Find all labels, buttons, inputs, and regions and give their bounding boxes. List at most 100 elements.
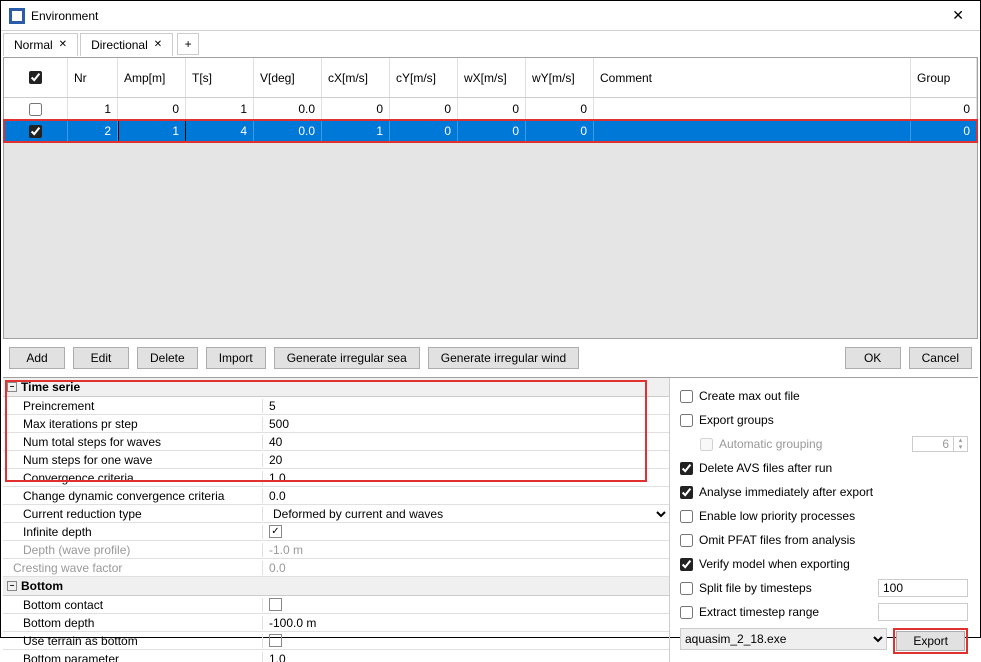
add-button[interactable]: Add [9, 347, 65, 369]
cell-cx[interactable]: 1 [322, 120, 390, 142]
prop-value[interactable]: 0.0 [263, 489, 669, 503]
cell-wx[interactable]: 0 [458, 98, 526, 120]
exe-select[interactable]: aquasim_2_18.exe [680, 628, 887, 650]
window-close-button[interactable]: ✕ [944, 3, 972, 28]
prop-label: Bottom depth [3, 616, 263, 630]
cell-vdeg[interactable]: 0.0 [254, 98, 322, 120]
tab-directional[interactable]: Directional ✕ [80, 33, 173, 56]
chk-create-max[interactable]: Create max out file [680, 386, 968, 406]
tab-add-button[interactable]: + [177, 33, 199, 55]
chk-low-priority[interactable]: Enable low priority processes [680, 506, 968, 526]
grid-header-row: Nr Amp[m] T[s] V[deg] cX[m/s] cY[m/s] wX… [4, 58, 977, 98]
chk-omit-pfat[interactable]: Omit PFAT files from analysis [680, 530, 968, 550]
header-ts[interactable]: T[s] [186, 58, 254, 97]
tab-close-icon[interactable]: ✕ [59, 39, 67, 50]
prop-value[interactable] [263, 634, 669, 647]
prop-label: Current reduction type [3, 507, 263, 521]
prop-label: Num total steps for waves [3, 435, 263, 449]
cell-group[interactable]: 0 [911, 98, 977, 120]
header-vdeg[interactable]: V[deg] [254, 58, 322, 97]
prop-value: 0.0 [263, 561, 669, 575]
prop-label: Depth (wave profile) [3, 543, 263, 557]
prop-value[interactable] [263, 598, 669, 611]
header-nr[interactable]: Nr [68, 58, 118, 97]
prop-value[interactable]: 1.0 [263, 471, 669, 485]
cell-wy[interactable]: 0 [526, 98, 594, 120]
cell-ts[interactable]: 4 [186, 120, 254, 142]
cell-wx[interactable]: 0 [458, 120, 526, 142]
cancel-button[interactable]: Cancel [909, 347, 972, 369]
bottom-contact-checkbox[interactable] [269, 598, 282, 611]
delete-button[interactable]: Delete [137, 347, 198, 369]
edit-button[interactable]: Edit [73, 347, 129, 369]
split-timesteps-input[interactable] [878, 579, 968, 597]
cell-cy[interactable]: 0 [390, 98, 458, 120]
tab-label: Normal [14, 38, 53, 52]
prop-row: Convergence criteria1.0 [3, 469, 669, 487]
reduction-type-select[interactable]: Deformed by current and waves [269, 506, 669, 522]
prop-label: Use terrain as bottom [3, 634, 263, 648]
extract-range-input[interactable] [878, 603, 968, 621]
prop-row: Num steps for one wave20 [3, 451, 669, 469]
prop-value[interactable]: Deformed by current and waves [263, 506, 669, 522]
generate-wind-button[interactable]: Generate irregular wind [428, 347, 579, 369]
chk-split-timesteps[interactable]: Split file by timesteps [680, 578, 968, 598]
tab-close-icon[interactable]: ✕ [154, 39, 162, 50]
row-checkbox[interactable] [29, 103, 42, 116]
header-wx[interactable]: wX[m/s] [458, 58, 526, 97]
cell-cx[interactable]: 0 [322, 98, 390, 120]
header-cy[interactable]: cY[m/s] [390, 58, 458, 97]
header-check[interactable] [4, 58, 68, 97]
collapse-icon[interactable]: − [7, 382, 17, 392]
cell-ts[interactable]: 1 [186, 98, 254, 120]
buttons-row: Add Edit Delete Import Generate irregula… [1, 339, 980, 377]
cell-wy[interactable]: 0 [526, 120, 594, 142]
row-checkbox[interactable] [29, 125, 42, 138]
prop-value[interactable]: 1.0 [263, 652, 669, 662]
properties-panel[interactable]: − Time serie Preincrement5 Max iteration… [3, 378, 670, 662]
cell-comment[interactable] [594, 98, 911, 120]
cell-cy[interactable]: 0 [390, 120, 458, 142]
header-checkbox[interactable] [29, 71, 42, 84]
header-comment[interactable]: Comment [594, 58, 911, 97]
header-cx[interactable]: cX[m/s] [322, 58, 390, 97]
chk-analyse-after[interactable]: Analyse immediately after export [680, 482, 968, 502]
tab-normal[interactable]: Normal ✕ [3, 33, 78, 56]
prop-value[interactable]: 40 [263, 435, 669, 449]
export-button[interactable]: Export [896, 631, 965, 651]
table-row[interactable]: 1 0 1 0.0 0 0 0 0 0 [4, 98, 977, 120]
cell-comment[interactable] [594, 120, 911, 142]
cell-amp-editing[interactable]: 1 [118, 120, 186, 142]
generate-sea-button[interactable]: Generate irregular sea [274, 347, 420, 369]
chk-verify-model[interactable]: Verify model when exporting [680, 554, 968, 574]
chk-extract-range[interactable]: Extract timestep range [680, 602, 968, 622]
import-button[interactable]: Import [206, 347, 266, 369]
cell-nr[interactable]: 1 [68, 98, 118, 120]
header-group[interactable]: Group [911, 58, 977, 97]
cell-group[interactable]: 0 [911, 120, 977, 142]
group-time-serie[interactable]: − Time serie [3, 378, 669, 397]
bottom-area: − Time serie Preincrement5 Max iteration… [3, 377, 978, 662]
chk-delete-avs[interactable]: Delete AVS files after run [680, 458, 968, 478]
prop-label: Bottom contact [3, 598, 263, 612]
cell-amp[interactable]: 0 [118, 98, 186, 120]
ok-button[interactable]: OK [845, 347, 901, 369]
collapse-icon[interactable]: − [7, 581, 17, 591]
prop-row: Preincrement5 [3, 397, 669, 415]
prop-value[interactable]: 500 [263, 417, 669, 431]
group-bottom[interactable]: − Bottom [3, 577, 669, 596]
prop-row: Infinite depth✓ [3, 523, 669, 541]
header-amp[interactable]: Amp[m] [118, 58, 186, 97]
chk-export-groups[interactable]: Export groups [680, 410, 968, 430]
header-wy[interactable]: wY[m/s] [526, 58, 594, 97]
table-row[interactable]: 2 1 4 0.0 1 0 0 0 0 [4, 120, 977, 142]
terrain-checkbox[interactable] [269, 634, 282, 647]
infinite-depth-checkbox[interactable]: ✓ [269, 525, 282, 538]
group-label: Time serie [21, 380, 80, 394]
prop-value[interactable]: 20 [263, 453, 669, 467]
cell-vdeg[interactable]: 0.0 [254, 120, 322, 142]
prop-value[interactable]: ✓ [263, 525, 669, 538]
prop-value[interactable]: -100.0 m [263, 616, 669, 630]
cell-nr[interactable]: 2 [68, 120, 118, 142]
prop-value[interactable]: 5 [263, 399, 669, 413]
